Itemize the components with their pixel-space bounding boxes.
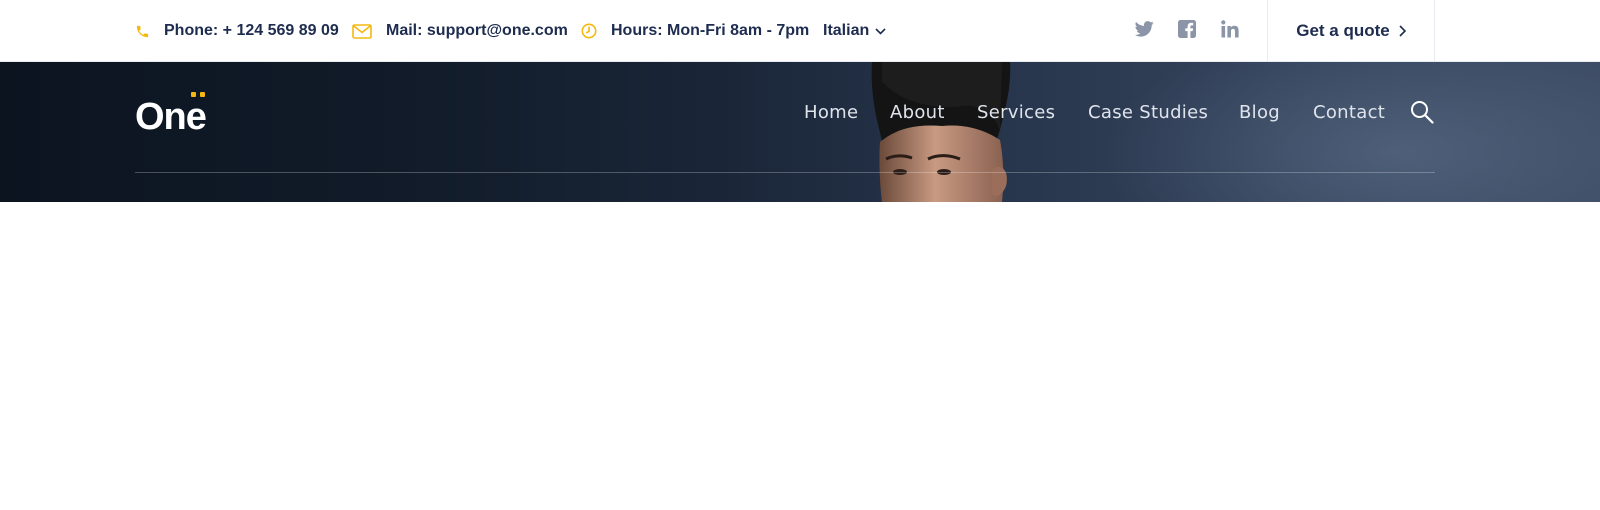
hours-info: Hours: Mon-Fri 8am - 7pm <box>581 0 809 62</box>
language-select[interactable]: Italian <box>823 0 886 62</box>
hero-header: One Home About Services Case Studies Blo… <box>0 62 1600 202</box>
phone-icon <box>135 24 150 39</box>
header-divider <box>135 172 1435 173</box>
linkedin-icon <box>1221 19 1239 43</box>
twitter-icon <box>1134 20 1154 42</box>
brand-logo[interactable]: One <box>135 92 207 138</box>
facebook-link[interactable] <box>1178 0 1196 62</box>
language-label: Italian <box>823 22 870 39</box>
clock-icon <box>581 23 597 39</box>
top-bar: Phone: + 124 569 89 09 Mail: support@one… <box>0 0 1600 62</box>
phone-text: Phone: + 124 569 89 09 <box>164 22 339 39</box>
background-light <box>1100 62 1600 202</box>
nav-item-home[interactable]: Home <box>804 102 858 123</box>
phone-contact[interactable]: Phone: + 124 569 89 09 <box>135 0 339 62</box>
nav-item-case-studies[interactable]: Case Studies <box>1088 102 1208 123</box>
nav-item-contact[interactable]: Contact <box>1313 102 1385 123</box>
logo-accent-dots <box>191 92 205 97</box>
nav-item-services[interactable]: Services <box>977 102 1055 123</box>
facebook-icon <box>1178 19 1196 43</box>
hours-text: Hours: Mon-Fri 8am - 7pm <box>611 22 810 39</box>
linkedin-link[interactable] <box>1221 0 1239 62</box>
mail-text: Mail: support@one.com <box>386 22 568 39</box>
search-icon <box>1410 101 1434 128</box>
hero-portrait-image <box>871 62 1011 202</box>
nav-item-blog[interactable]: Blog <box>1239 102 1280 123</box>
chevron-right-icon <box>1399 25 1406 37</box>
envelope-icon <box>352 23 372 39</box>
mail-contact[interactable]: Mail: support@one.com <box>352 0 568 62</box>
page-content-area <box>0 202 1600 510</box>
search-button[interactable] <box>1410 100 1434 129</box>
twitter-link[interactable] <box>1134 0 1154 62</box>
get-quote-label: Get a quote <box>1296 21 1390 40</box>
get-quote-button[interactable]: Get a quote <box>1267 0 1435 62</box>
nav-item-about[interactable]: About <box>890 102 945 123</box>
logo-text: One <box>135 96 207 138</box>
chevron-down-icon <box>875 27 886 35</box>
